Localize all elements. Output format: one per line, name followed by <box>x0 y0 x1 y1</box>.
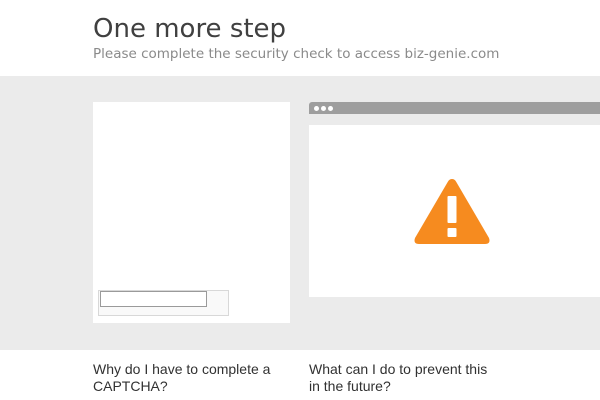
page-title: One more step <box>93 14 287 44</box>
faq-why-captcha: Why do I have to complete a CAPTCHA? <box>93 361 271 394</box>
faq-prevent-future: What can I do to prevent this in the fut… <box>309 361 488 394</box>
footer <box>0 350 600 400</box>
warning-triangle-icon <box>412 176 492 246</box>
browser-dot-icon <box>328 106 333 111</box>
browser-dot-icon <box>321 106 326 111</box>
page-subtitle: Please complete the security check to ac… <box>93 46 500 62</box>
captcha-response-input[interactable] <box>100 291 207 307</box>
browser-dot-icon <box>314 106 319 111</box>
header: One more step Please complete the securi… <box>0 0 600 76</box>
browser-title-bar <box>309 102 600 114</box>
